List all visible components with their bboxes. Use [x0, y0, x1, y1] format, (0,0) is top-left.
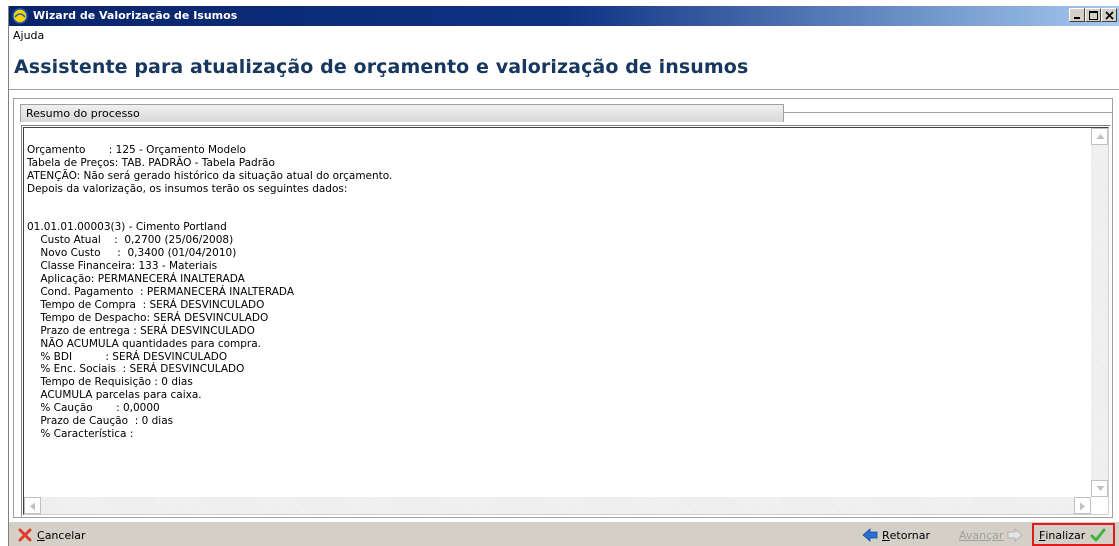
summary-line: Tempo de Compra : SERÁ DESVINCULADO: [27, 298, 265, 311]
cancel-x-icon: [18, 528, 32, 542]
page-title: Assistente para atualização de orçamento…: [14, 56, 749, 78]
horizontal-scrollbar[interactable]: [24, 497, 1091, 514]
finish-label-rest: inalizar: [1045, 528, 1086, 542]
scroll-left-button[interactable]: [24, 497, 41, 514]
summary-line: Prazo de entrega : SERÁ DESVINCULADO: [27, 324, 255, 337]
summary-group-label: Resumo do processo: [26, 107, 140, 120]
summary-line: ACUMULA parcelas para caixa.: [27, 389, 202, 402]
close-button[interactable]: [1101, 8, 1117, 22]
back-label-mnemonic: R: [882, 528, 890, 542]
cancel-label-rest: ancelar: [44, 528, 86, 542]
title-bar[interactable]: Wizard de Valorização de Isumos: [9, 6, 1119, 26]
next-button[interactable]: Avançar: [959, 526, 1024, 544]
summary-line: % Enc. Sociais : SERÁ DESVINCULADO: [27, 363, 245, 376]
window-title: Wizard de Valorização de Isumos: [33, 9, 238, 22]
summary-line: Cond. Pagamento : PERMANECERÁ INALTERADA: [27, 285, 295, 298]
scroll-right-button[interactable]: [1074, 497, 1091, 514]
arrow-left-icon: [30, 502, 35, 511]
summary-line: Custo Atual : 0,2700 (25/06/2008): [27, 234, 234, 247]
summary-group-tab: Resumo do processo: [20, 104, 784, 122]
group-divider: [784, 112, 1113, 113]
wizard-header: Assistente para atualização de orçamento…: [9, 44, 1119, 90]
minimize-button[interactable]: [1069, 8, 1085, 22]
scroll-corner: [1091, 497, 1108, 514]
back-button[interactable]: Retornar: [862, 526, 930, 544]
arrow-right-icon: [1080, 502, 1085, 511]
wizard-footer: Cancelar Retornar Avançar Finalizar: [9, 521, 1119, 546]
app-logo-icon: [12, 8, 28, 24]
summary-line: Prazo de Caução : 0 dias: [27, 415, 174, 428]
finish-button[interactable]: Finalizar: [1039, 526, 1106, 544]
back-label-rest: etornar: [889, 528, 931, 542]
content-area: Resumo do processo Orçamento : 125 - Orç…: [9, 90, 1119, 521]
arrow-next-icon: [1008, 528, 1024, 542]
scroll-up-button[interactable]: [1091, 128, 1108, 145]
cancel-button[interactable]: Cancelar: [17, 526, 86, 544]
summary-line: [27, 196, 1087, 209]
summary-line: Tempo de Requisição : 0 dias: [27, 376, 193, 389]
summary-line: [27, 209, 1087, 222]
vertical-scrollbar[interactable]: [1091, 128, 1108, 497]
summary-line: Aplicação: PERMANECERÁ INALTERADA: [27, 273, 245, 286]
summary-line: Tempo de Despacho: SERÁ DESVINCULADO: [27, 311, 269, 324]
summary-line: 01.01.01.00003(3) - Cimento Portland: [27, 221, 227, 234]
menu-bar: Ajuda: [9, 26, 1119, 44]
summary-line: Tabela de Preços: TAB. PADRÃO - Tabela P…: [27, 156, 275, 169]
summary-text: Orçamento : 125 - Orçamento Modelo Tabela…: [27, 144, 1087, 441]
summary-line: NÃO ACUMULA quantidades para compra.: [27, 337, 262, 350]
minimize-icon: [1074, 17, 1080, 19]
summary-line: Orçamento : 125 - Orçamento Modelo: [27, 144, 246, 156]
summary-line: % Característica :: [27, 427, 134, 440]
maximize-icon: [1089, 11, 1098, 20]
summary-line: ATENÇÃO: Não será gerado histórico da si…: [27, 169, 393, 182]
next-label: Avançar: [959, 528, 1004, 542]
summary-line: Novo Custo : 0,3400 (01/04/2010): [27, 247, 237, 260]
arrow-back-icon: [862, 528, 878, 542]
close-icon: [1105, 11, 1114, 20]
summary-group: Resumo do processo Orçamento : 125 - Orç…: [13, 98, 1113, 518]
arrow-up-icon: [1096, 134, 1105, 139]
cancel-label-mnemonic: C: [37, 528, 45, 542]
summary-line: Classe Financeira: 133 - Materiais: [27, 260, 218, 273]
checkmark-icon: [1090, 528, 1106, 542]
summary-textarea[interactable]: Orçamento : 125 - Orçamento Modelo Tabela…: [21, 125, 1111, 517]
summary-line: % BDI : SERÁ DESVINCULADO: [27, 350, 228, 363]
menu-ajuda[interactable]: Ajuda: [13, 29, 44, 42]
scroll-down-button[interactable]: [1091, 480, 1108, 497]
maximize-button[interactable]: [1085, 8, 1101, 22]
arrow-down-icon: [1096, 486, 1105, 491]
summary-line: Depois da valorização, os insumos terão …: [27, 182, 348, 195]
wizard-window: Wizard de Valorização de Isumos Ajuda As…: [8, 6, 1119, 546]
summary-line: % Caução : 0,0000: [27, 402, 160, 415]
